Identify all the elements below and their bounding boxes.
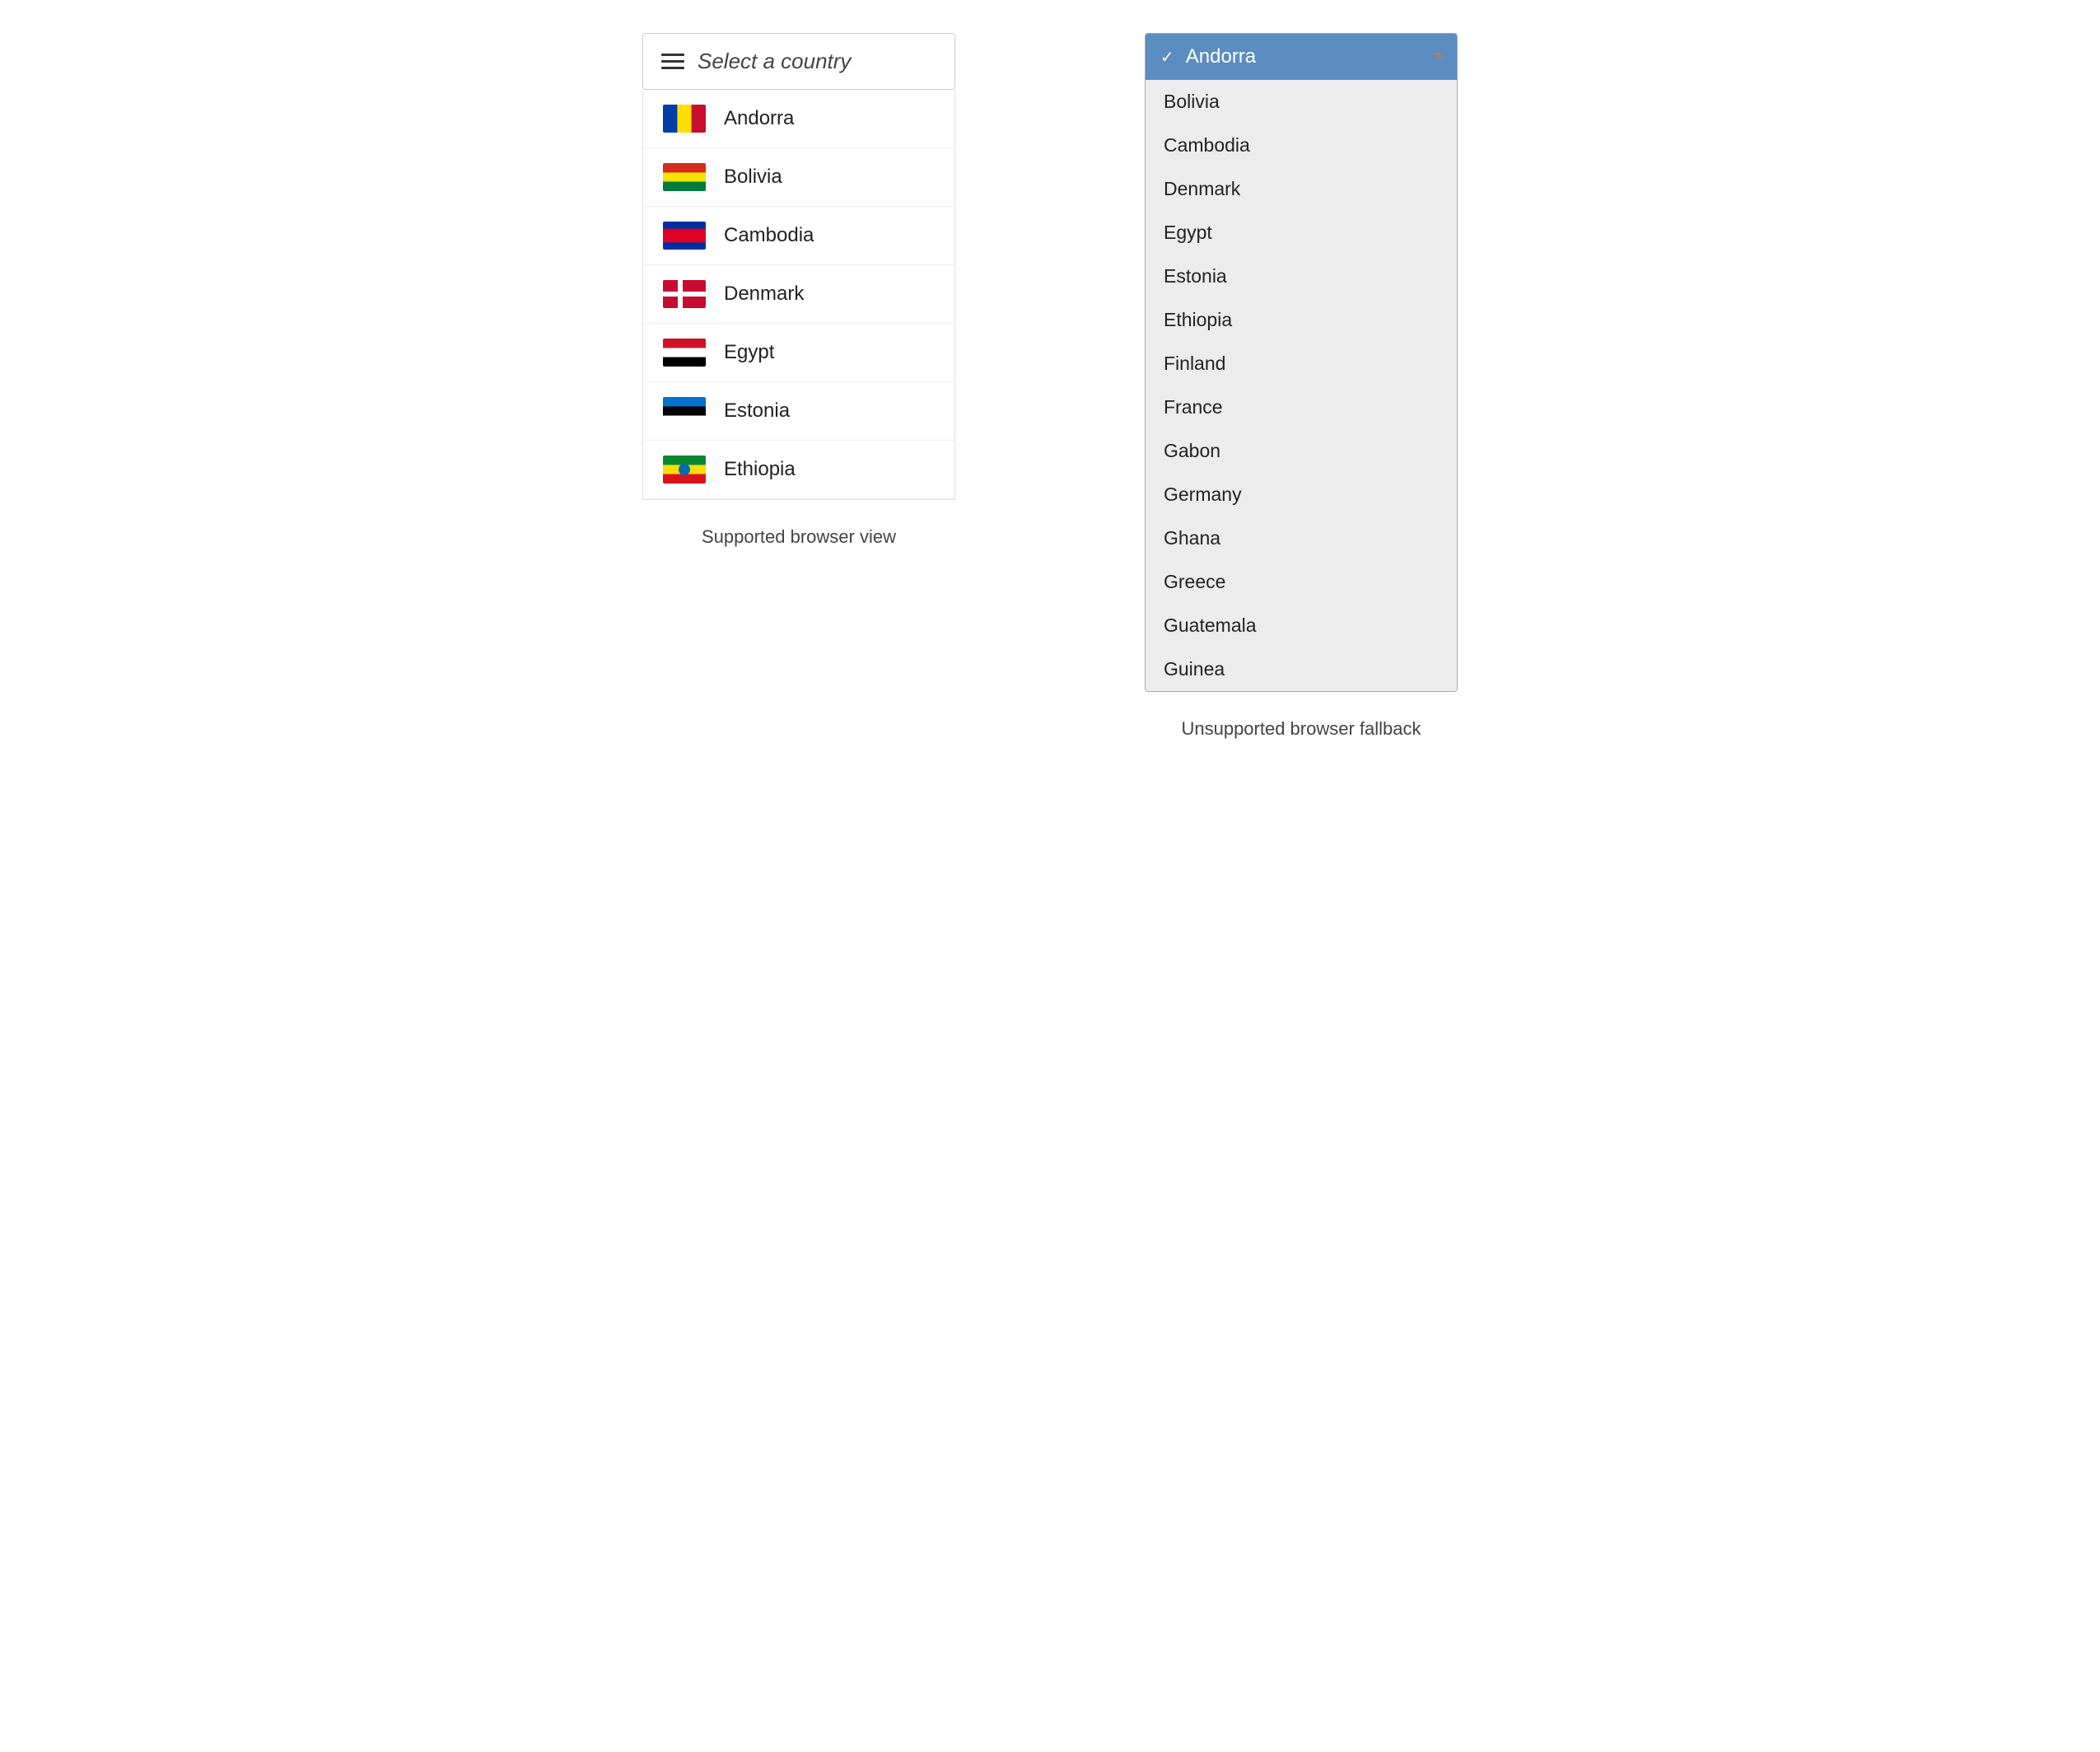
list-item[interactable]: Guatemala <box>1146 604 1457 647</box>
flag-icon-cambodia <box>663 222 706 250</box>
list-item[interactable]: Gabon <box>1146 429 1457 473</box>
left-panel: Select a country Andorra Bolivia Cambodia D… <box>597 33 1001 548</box>
flag-icon-ethiopia <box>663 456 706 484</box>
dropdown-arrow-icon <box>1432 53 1445 61</box>
flag-icon-denmark <box>663 280 706 308</box>
list-item[interactable]: Estonia <box>643 382 954 441</box>
country-name-egypt: Egypt <box>724 341 774 364</box>
country-name-ethiopia: Ethiopia <box>724 458 796 481</box>
flag-icon-egypt <box>663 339 706 367</box>
select-selected-item[interactable]: ✓ Andorra <box>1146 34 1457 80</box>
list-item[interactable]: Bolivia <box>1146 80 1457 124</box>
flag-icon-estonia <box>663 397 706 425</box>
list-item[interactable]: Egypt <box>1146 211 1457 255</box>
flag-icon-bolivia <box>663 163 706 191</box>
list-item[interactable]: Germany <box>1146 473 1457 516</box>
hamburger-icon <box>661 54 684 69</box>
left-panel-label: Supported browser view <box>702 526 896 548</box>
custom-dropdown: Andorra Bolivia Cambodia Denmark Egypt Estoni… <box>642 90 955 500</box>
custom-select-container: Select a country Andorra Bolivia Cambodia D… <box>642 33 955 500</box>
select-trigger-button[interactable]: Select a country <box>642 33 955 90</box>
flag-icon-andorra <box>663 105 706 133</box>
list-item[interactable]: Ethiopia <box>1146 298 1457 342</box>
list-item[interactable]: Ethiopia <box>643 441 954 499</box>
native-select-box[interactable]: ✓ Andorra BoliviaCambodiaDenmarkEgyptEst… <box>1145 33 1458 692</box>
list-item[interactable]: Finland <box>1146 342 1457 385</box>
select-options-list: BoliviaCambodiaDenmarkEgyptEstoniaEthiop… <box>1146 80 1457 691</box>
country-name-estonia: Estonia <box>724 399 790 423</box>
list-item[interactable]: Cambodia <box>643 207 954 265</box>
native-select-wrapper: ✓ Andorra BoliviaCambodiaDenmarkEgyptEst… <box>1145 33 1458 692</box>
page-wrapper: Select a country AndorraBoliviaCambodiaD… <box>597 33 1503 740</box>
list-item[interactable]: Egypt <box>643 324 954 382</box>
country-name-cambodia: Cambodia <box>724 224 814 247</box>
right-panel-label: Unsupported browser fallback <box>1181 718 1421 740</box>
list-item[interactable]: Cambodia <box>1146 124 1457 167</box>
selected-country-label: Andorra <box>1186 45 1256 68</box>
checkmark-icon: ✓ <box>1160 47 1174 68</box>
country-name-andorra: Andorra <box>724 107 794 130</box>
right-panel: ✓ Andorra BoliviaCambodiaDenmarkEgyptEst… <box>1099 33 1503 740</box>
list-item[interactable]: Greece <box>1146 560 1457 604</box>
list-item[interactable]: Ghana <box>1146 516 1457 560</box>
country-name-denmark: Denmark <box>724 283 804 306</box>
list-item[interactable]: France <box>1146 385 1457 429</box>
select-trigger-label: Select a country <box>698 49 851 74</box>
list-item[interactable]: Guinea <box>1146 647 1457 691</box>
list-item[interactable]: Andorra <box>643 90 954 148</box>
list-item[interactable]: Bolivia <box>643 148 954 207</box>
list-item[interactable]: Denmark <box>1146 167 1457 211</box>
list-item[interactable]: Denmark <box>643 265 954 324</box>
list-item[interactable]: Estonia <box>1146 255 1457 298</box>
country-name-bolivia: Bolivia <box>724 166 782 189</box>
